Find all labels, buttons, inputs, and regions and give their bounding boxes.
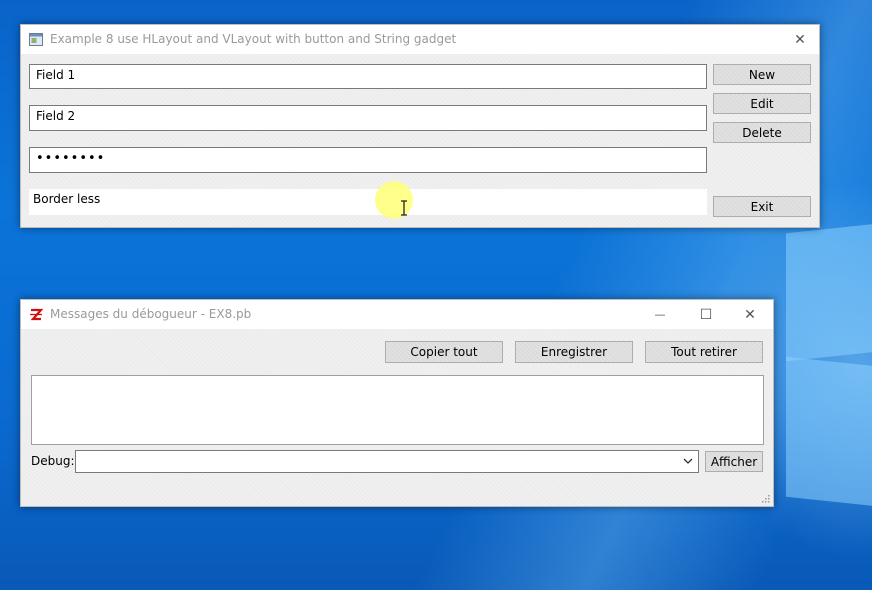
- copy-all-button[interactable]: Copier tout: [385, 341, 503, 363]
- example-window-client: Field 1 Field 2 •••••••• Border less New…: [21, 54, 819, 227]
- close-icon: ✕: [744, 306, 756, 323]
- debugger-window-titlebar[interactable]: Messages du débogueur - EX8.pb — ☐ ✕: [21, 300, 773, 329]
- debugger-window-client: Copier tout Enregistrer Tout retirer Deb…: [21, 329, 773, 506]
- field-1-input[interactable]: Field 1: [29, 64, 707, 89]
- example-window-titlebar[interactable]: Example 8 use HLayout and VLayout with b…: [21, 25, 819, 54]
- app-window-icon: [29, 33, 43, 46]
- minimize-icon: —: [654, 308, 666, 321]
- debug-combobox[interactable]: [75, 450, 699, 473]
- edit-button[interactable]: Edit: [713, 93, 811, 114]
- debugger-window: Messages du débogueur - EX8.pb — ☐ ✕ Cop…: [20, 299, 774, 507]
- field-2-input[interactable]: Field 2: [29, 105, 707, 131]
- save-button[interactable]: Enregistrer: [515, 341, 633, 363]
- debug-label: Debug:: [31, 454, 75, 468]
- password-input[interactable]: ••••••••: [29, 147, 707, 173]
- example-window-title: Example 8 use HLayout and VLayout with b…: [50, 32, 457, 46]
- example-window: Example 8 use HLayout and VLayout with b…: [20, 24, 820, 228]
- text-cursor-icon: [401, 200, 407, 216]
- purebasic-icon: [30, 308, 43, 321]
- delete-button[interactable]: Delete: [713, 122, 811, 143]
- new-button[interactable]: New: [713, 64, 811, 85]
- debugger-close-button[interactable]: ✕: [727, 300, 773, 329]
- windows-logo-pane-bottom: [786, 356, 872, 508]
- example-window-close-button[interactable]: ✕: [782, 25, 818, 54]
- debugger-minimize-button[interactable]: —: [637, 300, 683, 329]
- resize-grip-icon[interactable]: [761, 494, 770, 503]
- exit-button[interactable]: Exit: [713, 196, 811, 217]
- debug-messages-list[interactable]: [31, 375, 764, 445]
- clear-all-button[interactable]: Tout retirer: [645, 341, 763, 363]
- debugger-maximize-button[interactable]: ☐: [683, 300, 729, 329]
- chevron-down-icon[interactable]: [683, 458, 693, 465]
- windows-logo-pane-top: [786, 222, 872, 362]
- borderless-input[interactable]: Border less: [29, 189, 707, 215]
- show-button[interactable]: Afficher: [705, 451, 763, 472]
- debugger-window-title: Messages du débogueur - EX8.pb: [50, 307, 252, 321]
- maximize-icon: ☐: [699, 306, 713, 323]
- close-icon: ✕: [794, 31, 806, 48]
